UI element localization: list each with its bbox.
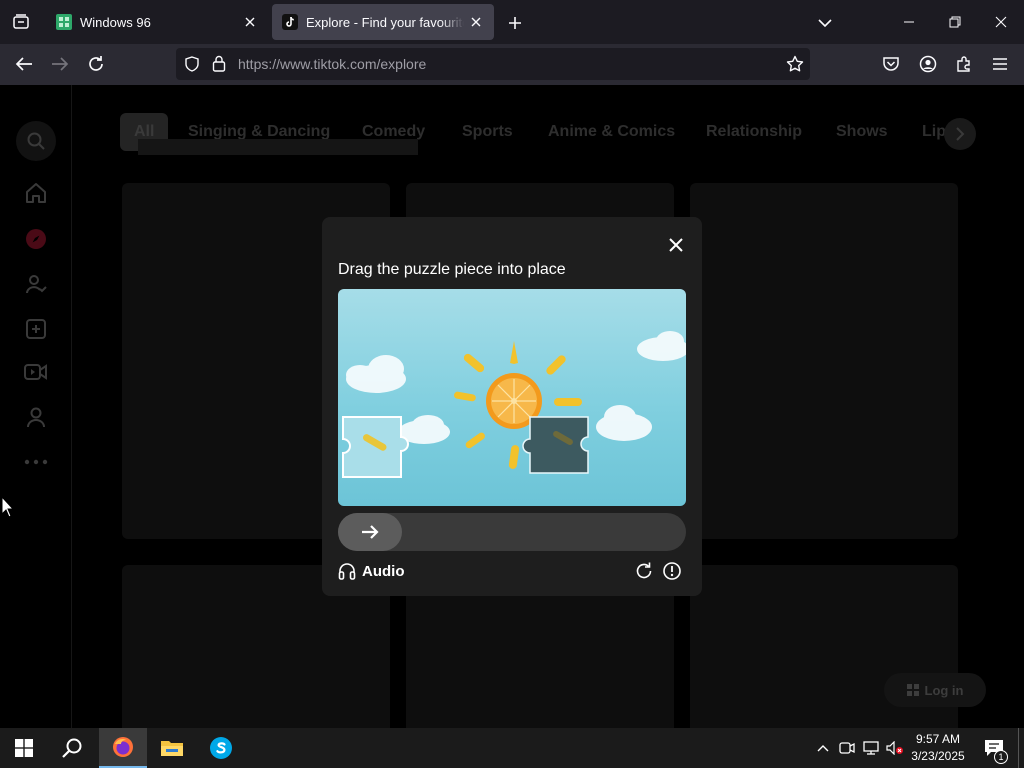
close-window-icon[interactable] [978,0,1024,44]
file-explorer-icon[interactable] [148,728,196,768]
bookmark-star-icon[interactable] [786,55,804,73]
puzzle-piece [342,416,409,478]
mouse-cursor-icon [1,496,15,518]
windows96-favicon-icon [56,14,72,30]
close-tab-icon[interactable] [238,10,262,34]
home-icon[interactable] [14,175,58,211]
clock-date: 3/23/2025 [911,749,965,763]
category-chip[interactable]: Relationship [692,113,816,151]
login-button[interactable]: Log in [884,673,986,707]
tab-tiktok-explore[interactable]: Explore - Find your favourite videos on … [272,4,494,40]
close-captcha-icon[interactable] [662,231,690,259]
arrow-right-icon [362,525,379,539]
scroll-categories-right-chevron-icon[interactable] [944,118,976,150]
more-dots-icon[interactable] [14,444,58,480]
puzzle-illustration [342,331,686,478]
browser-navigation-bar: https://www.tiktok.com/explore [0,44,1024,85]
slider-handle[interactable] [338,513,402,551]
lock-icon[interactable] [212,55,226,72]
forward-arrow-icon[interactable] [44,48,76,80]
close-tab-icon[interactable] [464,10,488,34]
minimize-window-icon[interactable] [886,0,932,44]
skype-icon[interactable] [197,728,245,768]
hamburger-menu-icon[interactable] [984,48,1016,80]
clock[interactable]: 9:57 AM 3/23/2025 [900,731,976,765]
search-icon[interactable] [48,728,96,768]
url-text[interactable]: https://www.tiktok.com/explore [238,56,426,72]
cloud-top-right [637,331,686,361]
extensions-puzzle-icon[interactable] [948,48,980,80]
captcha-modal: Drag the puzzle piece into place Audio [322,217,702,596]
headphones-icon [338,563,356,580]
new-tab-plus-icon[interactable] [502,10,528,36]
refresh-icon[interactable] [634,561,654,581]
category-chip[interactable]: Sports [448,113,527,151]
cloud-left [346,355,406,393]
browser-tab-bar: Windows 96 Explore - Find your favourite… [0,0,1024,44]
show-hidden-icons-chevron-icon[interactable] [813,738,833,758]
tooltip-placeholder [138,139,418,155]
url-scheme-host: https://www.tiktok.com [238,56,377,72]
profile-icon[interactable] [14,399,58,435]
reload-icon[interactable] [80,48,112,80]
slider-track[interactable] [338,513,686,551]
tiktok-favicon-icon [282,14,298,30]
audio-button[interactable]: Audio [338,561,405,581]
explore-compass-icon[interactable] [14,221,58,257]
tab-list-icon[interactable] [0,0,42,44]
login-grid-icon [906,684,919,696]
restore-window-icon[interactable] [932,0,978,44]
live-video-icon[interactable] [14,354,58,390]
puzzle-target-slot [522,416,589,474]
following-users-icon[interactable] [14,266,58,302]
audio-label: Audio [362,562,405,580]
list-all-tabs-chevron-icon[interactable] [812,10,838,36]
url-bar[interactable]: https://www.tiktok.com/explore [176,48,810,80]
upload-plus-icon[interactable] [14,311,58,347]
pocket-icon[interactable] [875,48,907,80]
clock-time: 9:57 AM [915,732,961,746]
windows-taskbar: 9:57 AM 3/23/2025 1 [0,728,1024,768]
info-icon[interactable] [662,561,682,581]
account-icon[interactable] [912,48,944,80]
category-chip[interactable]: Shows [822,113,902,151]
tab-windows96[interactable]: Windows 96 [46,4,268,40]
video-card[interactable] [690,183,958,539]
tiktok-side-nav [0,85,72,728]
notification-count-badge: 1 [994,750,1008,764]
meet-now-camera-icon[interactable] [837,738,857,758]
puzzle-image [338,289,686,506]
network-icon[interactable] [861,738,881,758]
captcha-title: Drag the puzzle piece into place [338,261,566,278]
search-icon[interactable] [14,121,58,161]
cloud-right [596,405,652,441]
category-chip[interactable]: Anime & Comics [534,113,689,151]
tab-title: Explore - Find your favourite videos on … [306,14,464,30]
windows-start-icon[interactable] [0,728,48,768]
tracking-protection-shield-icon[interactable] [184,56,200,72]
tab-title: Windows 96 [80,14,151,30]
url-path: /explore [376,56,427,72]
firefox-taskbar-icon[interactable] [99,728,147,768]
back-arrow-icon[interactable] [8,48,40,80]
login-label: Log in [924,682,964,698]
show-desktop-button[interactable] [1018,728,1024,768]
